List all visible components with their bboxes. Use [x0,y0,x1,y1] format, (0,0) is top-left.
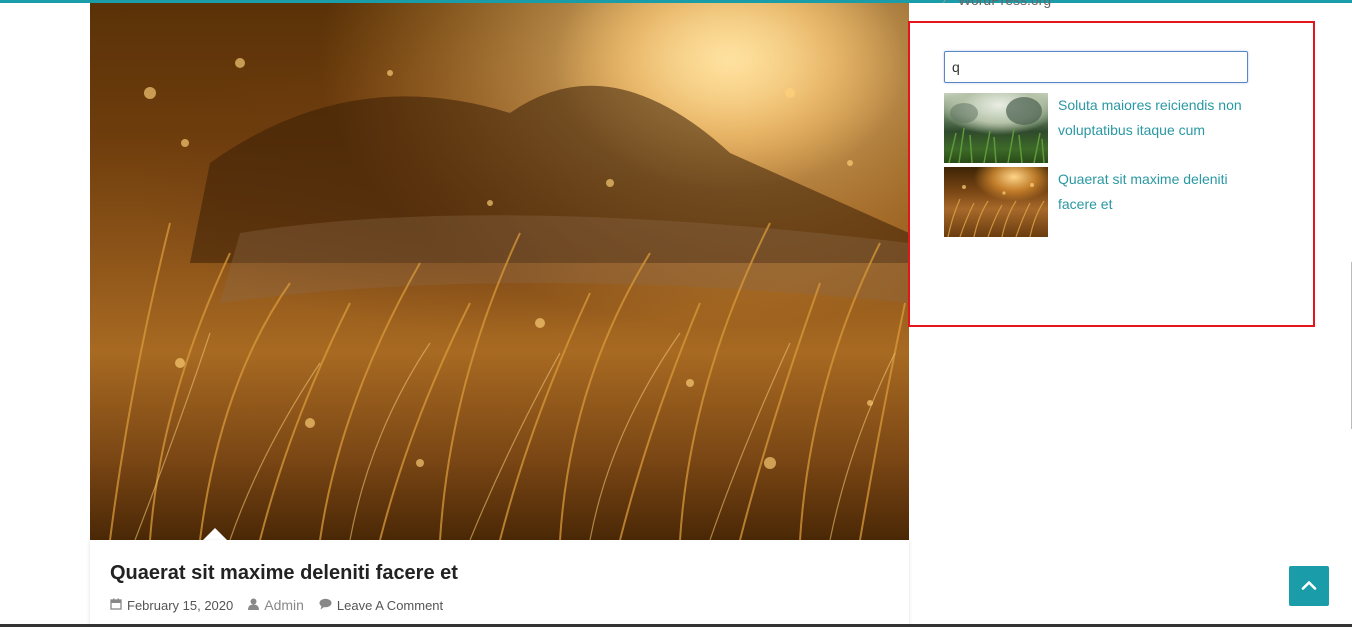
search-result-item[interactable]: Soluta maiores reiciendis non voluptatib… [944,93,1274,163]
search-input[interactable] [944,51,1248,83]
sidebar-link-wordpress-label: WordPress.org [958,0,1052,8]
result-title-link[interactable]: Soluta maiores reiciendis non voluptatib… [1058,93,1268,143]
result-thumbnail[interactable] [944,93,1048,163]
golden-field-photo [947,183,1045,237]
post-comments-link[interactable]: Leave A Comment [319,598,443,613]
chevron-right-icon: › [942,0,946,7]
post-date-text: February 15, 2020 [127,597,234,613]
grass-photo [948,97,1045,163]
post-card: Quaerat sit maxime deleniti facere et Fe… [90,540,909,627]
calendar-icon [110,598,122,613]
post-meta: February 15, 2020 Admin Leave A Comment [110,597,458,613]
post-title[interactable]: Quaerat sit maxime deleniti facere et [110,562,458,585]
post-author-text: Admin [264,597,304,613]
chevron-up-icon [1301,577,1317,595]
search-widget: Soluta maiores reiciendis non voluptatib… [908,21,1315,327]
back-to-top-button[interactable] [1289,566,1329,606]
page: Quaerat sit maxime deleniti facere et Fe… [0,0,1352,627]
comment-icon [319,598,332,613]
post-comments-text: Leave A Comment [336,597,444,613]
user-icon [248,598,260,613]
image-notch [200,528,230,540]
post-author[interactable]: Admin [248,597,304,613]
result-thumbnail[interactable] [944,167,1048,237]
featured-image[interactable] [90,3,909,540]
search-result-item[interactable]: Quaerat sit maxime deleniti facere et [944,167,1274,237]
result-title-link[interactable]: Quaerat sit maxime deleniti facere et [1058,167,1268,217]
field-illustration [90,3,909,540]
sidebar-link-wordpress[interactable]: › WordPress.org [942,0,1051,8]
post-date[interactable]: February 15, 2020 [110,598,233,613]
